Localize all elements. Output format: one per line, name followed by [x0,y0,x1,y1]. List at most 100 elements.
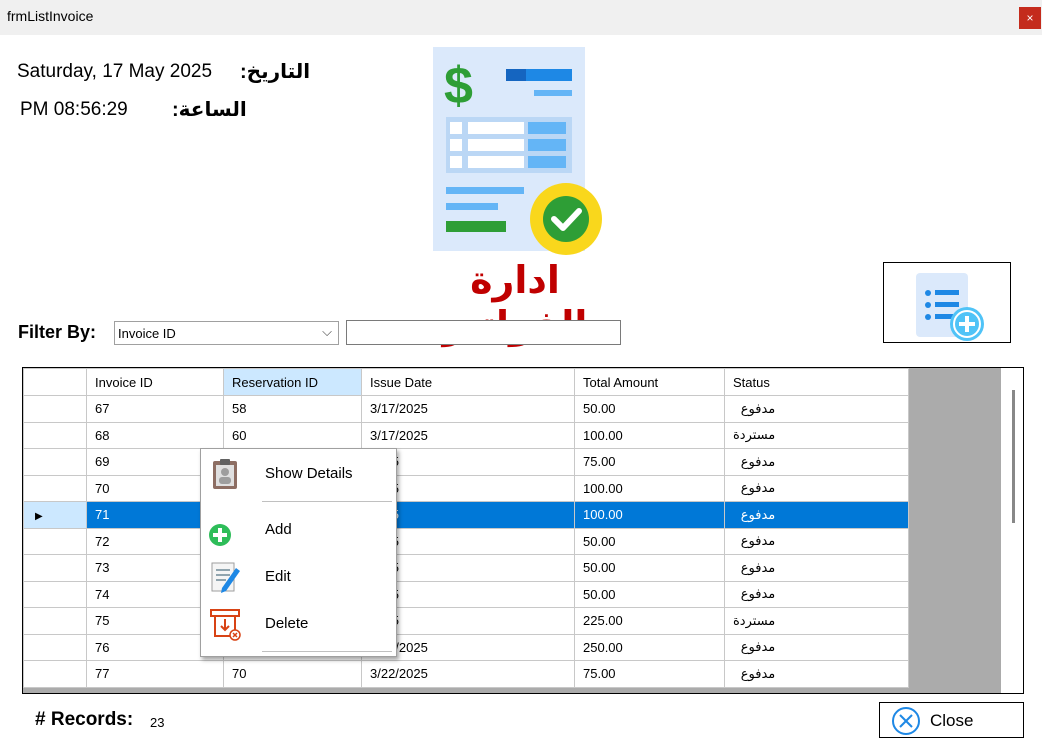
filter-selected-value: Invoice ID [118,326,176,341]
cell-status[interactable]: مستردة [723,607,910,635]
add-invoice-button[interactable] [883,262,1011,343]
close-button-label: Close [930,711,974,730]
cell-status[interactable]: مدفوع [723,501,910,529]
table-row[interactable]: 752025225.00مستردة [23,607,910,635]
table-row[interactable]: 76693/22/2025250.00مدفوع [23,633,910,661]
filter-dropdown[interactable]: Invoice ID ⌵ [114,321,339,345]
column-header-reservation-id[interactable]: Reservation ID [223,368,362,396]
row-header[interactable] [23,633,87,661]
plus-circle-icon [209,524,231,546]
cell-invoice-id[interactable]: 68 [86,421,224,449]
window-title: frmListInvoice [7,8,94,24]
cell-status[interactable]: مدفوع [723,660,910,688]
svg-text:$: $ [444,57,473,115]
cell-status[interactable]: مستردة [723,421,910,449]
cell-total-amount[interactable]: 100.00 [574,421,725,449]
cell-total-amount[interactable]: 225.00 [574,607,725,635]
filter-text-input[interactable] [346,320,621,345]
cell-invoice-id[interactable]: 67 [86,395,224,423]
cell-total-amount[interactable]: 50.00 [574,554,725,582]
column-header-issue-date[interactable]: Issue Date [361,368,575,396]
menu-item-label: Show Details [265,465,353,482]
menu-separator [262,501,392,502]
menu-item-label: Add [265,521,292,538]
menu-separator [262,651,392,652]
cell-issue-date[interactable]: 3/22/2025 [361,660,575,688]
menu-item-delete[interactable]: Delete [201,601,396,646]
row-header-corner[interactable] [23,368,87,396]
time-value: PM 08:56:29 [20,99,128,120]
row-header[interactable] [23,660,87,688]
cell-issue-date[interactable]: 3/17/2025 [361,421,575,449]
row-header[interactable] [23,554,87,582]
cell-reservation-id[interactable]: 70 [223,660,362,688]
cell-status[interactable]: مدفوع [723,448,910,476]
cell-status[interactable]: مدفوع [723,633,910,661]
row-header[interactable]: ▶ [23,501,87,529]
menu-item-edit[interactable]: Edit [201,554,396,599]
date-label: التاريخ: [240,61,311,83]
table-row[interactable]: 73202550.00مدفوع [23,554,910,582]
cell-status[interactable]: مدفوع [723,395,910,423]
title-bar: frmListInvoice × [0,0,1042,35]
menu-item-add[interactable]: Add [201,507,396,552]
table-row[interactable]: 69202575.00مدفوع [23,448,910,476]
cell-reservation-id[interactable]: 60 [223,421,362,449]
add-list-icon [916,273,984,341]
cell-status[interactable]: مدفوع [723,474,910,502]
table-row[interactable]: 74202550.00مدفوع [23,580,910,608]
close-button[interactable]: Close [879,702,1024,738]
filter-label: Filter By: [18,322,97,342]
cell-total-amount[interactable]: 100.00 [574,501,725,529]
window-close-button[interactable]: × [1019,7,1041,29]
cell-total-amount[interactable]: 50.00 [574,395,725,423]
cell-invoice-id[interactable]: 77 [86,660,224,688]
cell-status[interactable]: مدفوع [723,580,910,608]
cell-total-amount[interactable]: 50.00 [574,580,725,608]
table-row[interactable]: 702025100.00مدفوع [23,474,910,502]
table-row[interactable]: 68 60 3/17/2025 100.00 مستردة [23,421,910,449]
current-row-arrow-icon: ▶ [35,511,43,523]
records-label: # Records: [35,709,134,730]
table-row[interactable]: 77 70 3/22/2025 75.00 مدفوع [23,660,910,688]
invoice-grid[interactable]: Invoice ID Reservation ID Issue Date Tot… [22,367,1024,694]
scrollbar-thumb[interactable] [1012,390,1015,523]
cell-total-amount[interactable]: 100.00 [574,474,725,502]
row-header[interactable] [23,395,87,423]
cell-total-amount[interactable]: 50.00 [574,527,725,555]
menu-item-show-details[interactable]: Show Details [201,451,396,496]
table-row[interactable]: 67 58 3/17/2025 50.00 مدفوع [23,395,910,423]
vertical-scrollbar[interactable] [1001,368,1023,693]
date-value: Saturday, 17 May 2025 [17,61,213,82]
delete-icon [210,609,241,641]
context-menu: Show Details Add Edit Delete [200,448,397,657]
row-header[interactable] [23,607,87,635]
row-header[interactable] [23,580,87,608]
invoice-table: Invoice ID Reservation ID Issue Date Tot… [23,368,910,688]
cell-status[interactable]: مدفوع [723,554,910,582]
cell-status[interactable]: مدفوع [723,527,910,555]
row-header[interactable] [23,527,87,555]
column-header-status[interactable]: Status [723,368,910,396]
cell-issue-date[interactable]: 3/17/2025 [361,395,575,423]
cell-reservation-id[interactable]: 58 [223,395,362,423]
clipboard-icon [213,459,237,489]
time-label: الساعة: [172,99,247,121]
column-header-total-amount[interactable]: Total Amount [574,368,725,396]
cell-total-amount[interactable]: 250.00 [574,633,725,661]
close-circle-icon [892,707,920,735]
row-header[interactable] [23,474,87,502]
row-header[interactable] [23,421,87,449]
column-header-invoice-id[interactable]: Invoice ID [86,368,224,396]
cell-total-amount[interactable]: 75.00 [574,660,725,688]
menu-item-label: Delete [265,615,309,632]
edit-document-icon [211,562,240,593]
header-row: Invoice ID Reservation ID Issue Date Tot… [23,368,910,396]
table-row[interactable]: 72202550.00مدفوع [23,527,910,555]
invoice-logo-icon: $ [428,45,608,260]
row-header[interactable] [23,448,87,476]
menu-item-label: Edit [265,568,291,585]
cell-total-amount[interactable]: 75.00 [574,448,725,476]
chevron-down-icon[interactable]: ⌵ [322,324,332,340]
table-row[interactable]: ▶712025100.00مدفوع [23,501,910,529]
